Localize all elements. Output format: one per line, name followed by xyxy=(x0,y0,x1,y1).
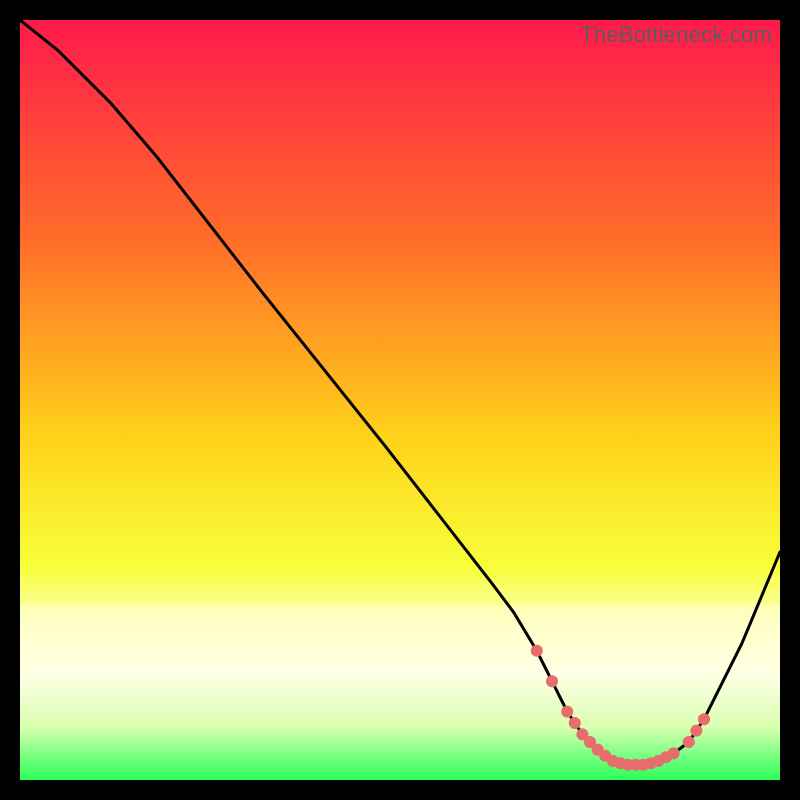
watermark-text: TheBottleneck.com xyxy=(580,22,772,48)
gradient-background xyxy=(20,20,780,780)
pale-band xyxy=(20,605,780,645)
chart-frame: TheBottleneck.com xyxy=(20,20,780,780)
bottleneck-curve-chart xyxy=(20,20,780,780)
